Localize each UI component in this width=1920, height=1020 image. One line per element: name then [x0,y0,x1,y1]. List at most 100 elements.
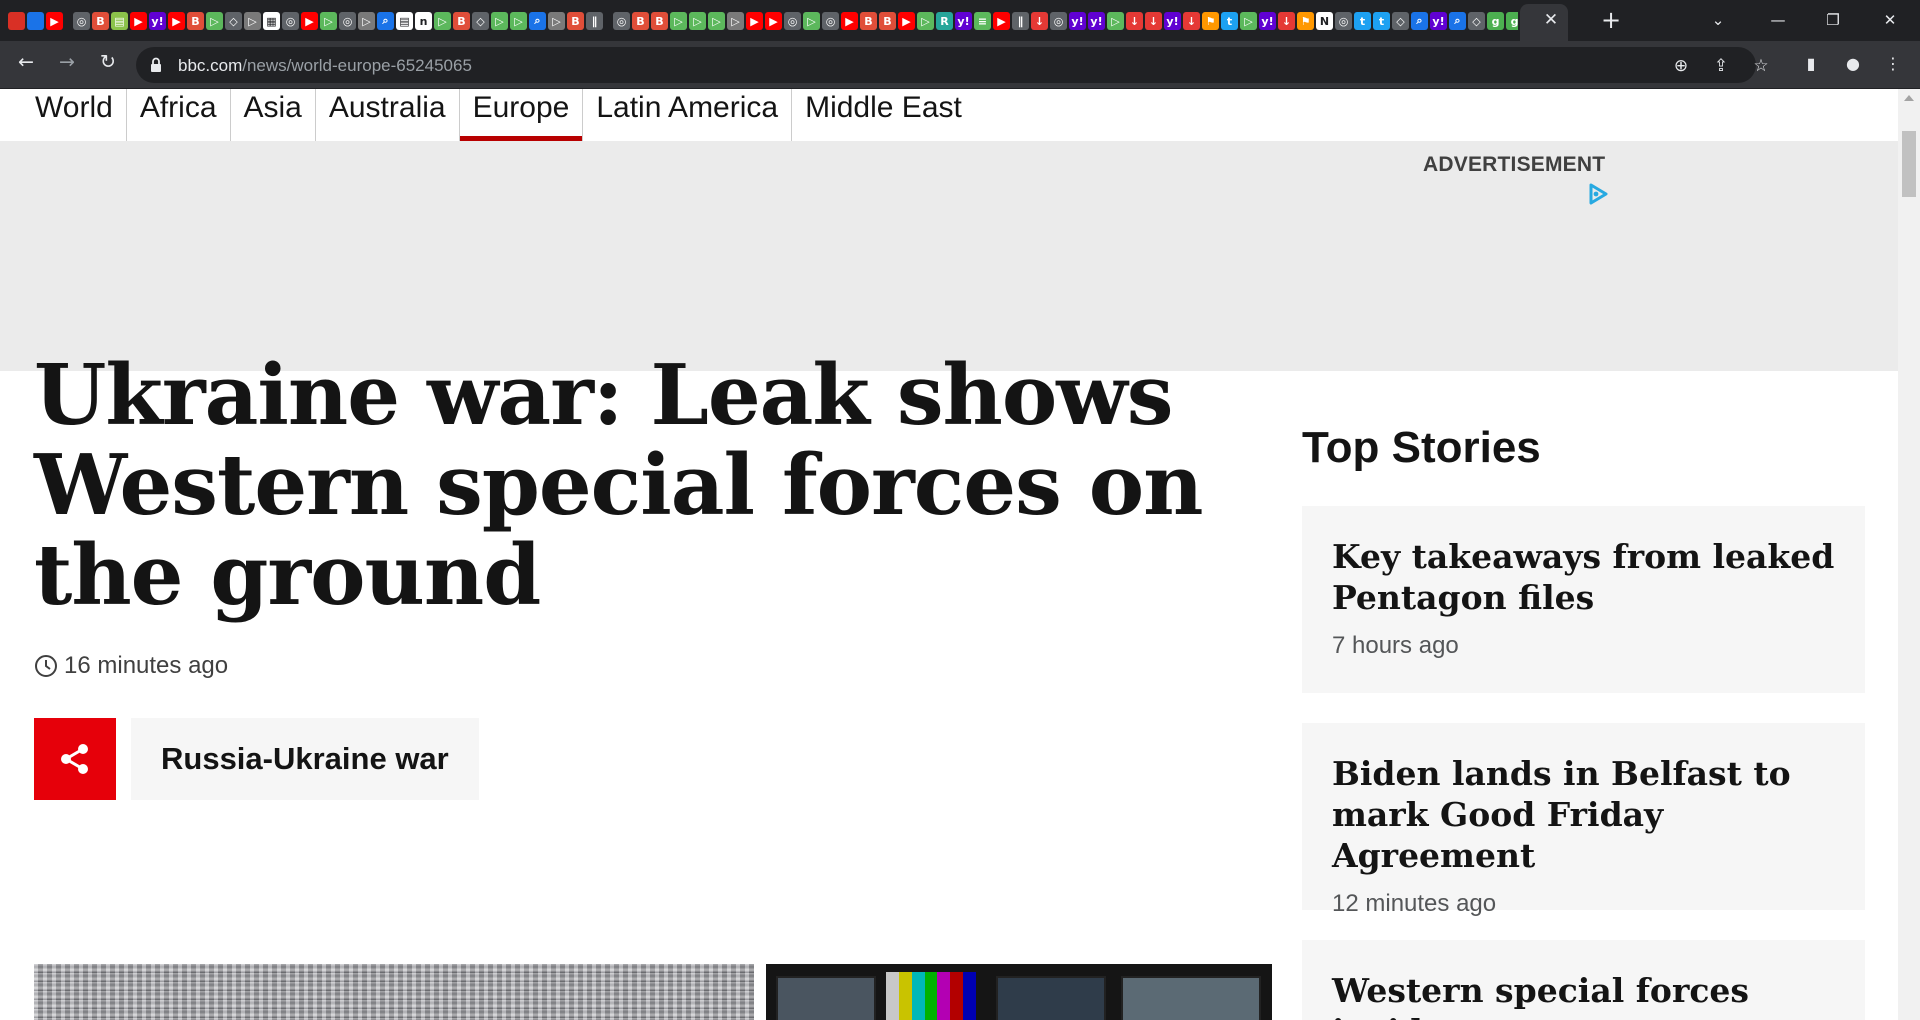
rss-icon[interactable]: R [936,12,953,30]
youtube-icon[interactable]: ▶ [993,12,1010,30]
topic-tag-link[interactable]: Russia-Ukraine war [131,718,479,800]
top-story-card[interactable]: Biden lands in Belfast to mark Good Frid… [1302,723,1865,917]
bbc-b-icon[interactable]: B [651,12,668,30]
restore-icon[interactable]: ❐ [1815,6,1851,34]
yahoo-icon[interactable]: y! [149,12,166,30]
play-grey-icon[interactable]: ▷ [548,12,565,30]
world-icon[interactable]: ◎ [784,12,801,30]
yahoo-icon[interactable]: y! [1259,12,1276,30]
subnav-item-africa[interactable]: Africa [127,89,231,141]
youtube-icon[interactable]: ▶ [746,12,763,30]
bbc-b-icon[interactable]: B [879,12,896,30]
world-icon[interactable]: ◎ [282,12,299,30]
world-icon[interactable]: ◎ [1050,12,1067,30]
minimize-icon[interactable]: — [1760,6,1796,34]
generic-icon[interactable]: ◇ [225,12,242,30]
world-icon[interactable]: ◎ [1335,12,1352,30]
close-tab-icon[interactable]: ✕ [1540,9,1562,31]
generic-icon[interactable]: N [1316,12,1333,30]
youtube-icon[interactable]: ▶ [765,12,782,30]
youtube-icon[interactable]: ▶ [301,12,318,30]
play-grey-icon[interactable]: ▷ [358,12,375,30]
scroll-thumb[interactable] [1902,131,1916,197]
subnav-item-middle-east[interactable]: Middle East [792,89,975,141]
page-scrollbar[interactable] [1898,89,1920,1020]
top-story-card[interactable]: Key takeaways from leaked Pentagon files… [1302,506,1865,693]
generic-icon[interactable]: ∥ [586,12,603,30]
subnav-item-australia[interactable]: Australia [316,89,460,141]
profile-icon[interactable]: ● [1842,53,1864,75]
scroll-up-arrow-icon[interactable] [1904,95,1914,101]
g-icon[interactable]: g [1506,12,1518,30]
download-icon[interactable]: ↓ [1031,12,1048,30]
download-icon[interactable]: ↓ [1126,12,1143,30]
search-icon[interactable]: ⌕ [1411,12,1428,30]
world-icon[interactable]: ◎ [613,12,630,30]
yahoo-icon[interactable]: y! [1164,12,1181,30]
play-green-icon[interactable]: ▷ [670,12,687,30]
play-green-icon[interactable]: ▷ [320,12,337,30]
twitter-icon[interactable]: t [1354,12,1371,30]
bookmark-icon[interactable]: ⚑ [1297,12,1314,30]
youtube-icon[interactable]: ▶ [168,12,185,30]
pinned-app-icon[interactable] [27,12,44,30]
play-grey-icon[interactable]: ▷ [727,12,744,30]
yahoo-icon[interactable]: y! [1430,12,1447,30]
subnav-item-asia[interactable]: Asia [231,89,316,141]
bookmark-star-icon[interactable]: ☆ [1750,55,1772,77]
doc-icon[interactable]: ▤ [111,12,128,30]
tab-search-icon[interactable]: ⌄ [1700,6,1736,34]
share-page-icon[interactable]: ⇪ [1710,55,1732,77]
subnav-item-latin-america[interactable]: Latin America [583,89,793,141]
bbc-b-icon[interactable]: B [453,12,470,30]
youtube-icon[interactable]: ▶ [841,12,858,30]
world-icon[interactable]: ◎ [822,12,839,30]
share-button[interactable] [34,718,116,800]
play-green-icon[interactable]: ▷ [917,12,934,30]
download-icon[interactable]: ↓ [1183,12,1200,30]
generic-icon[interactable]: ◇ [1468,12,1485,30]
play-green-icon[interactable]: ▷ [689,12,706,30]
play-green-icon[interactable]: ▷ [1107,12,1124,30]
generic-icon[interactable]: ∥ [1012,12,1029,30]
doc-icon[interactable]: ▤ [396,12,413,30]
bbc-b-icon[interactable]: B [860,12,877,30]
advertisement-banner[interactable]: ADVERTISEMENT [0,141,1898,371]
list-icon[interactable]: ≡ [974,12,991,30]
back-icon[interactable]: ← [12,51,40,79]
pinned-app-icon[interactable] [8,12,25,30]
sheet-icon[interactable]: ▦ [263,12,280,30]
yahoo-icon[interactable]: y! [1069,12,1086,30]
subnav-item-europe[interactable]: Europe [459,89,584,141]
address-bar[interactable]: bbc.com/news/world-europe-65245065 ⊕ ⇪ ☆ [136,47,1769,83]
forward-icon[interactable]: → [53,51,81,79]
play-grey-icon[interactable]: ▷ [244,12,261,30]
play-green-icon[interactable]: ▷ [708,12,725,30]
new-tab-button[interactable]: + [1598,7,1624,33]
download-icon[interactable]: ↓ [1145,12,1162,30]
twitter-icon[interactable]: t [1373,12,1390,30]
youtube-icon[interactable]: ▶ [46,12,63,30]
g-icon[interactable]: g [1487,12,1504,30]
world-icon[interactable]: ◎ [339,12,356,30]
search-icon[interactable]: ⌕ [1449,12,1466,30]
generic-icon[interactable]: ◇ [1392,12,1409,30]
play-green-icon[interactable]: ▷ [1240,12,1257,30]
play-green-icon[interactable]: ▷ [491,12,508,30]
generic-icon[interactable]: ◇ [472,12,489,30]
play-green-icon[interactable]: ▷ [510,12,527,30]
download-icon[interactable]: ↓ [1278,12,1295,30]
twitter-icon[interactable]: t [1221,12,1238,30]
bbc-b-icon[interactable]: B [187,12,204,30]
bbc-b-icon[interactable]: B [567,12,584,30]
adchoices-icon[interactable] [1585,181,1611,207]
close-window-icon[interactable]: ✕ [1872,6,1908,34]
bbc-b-icon[interactable]: B [632,12,649,30]
menu-kebab-icon[interactable]: ⋮ [1882,53,1904,75]
search-icon[interactable]: ⌕ [529,12,546,30]
notion-icon[interactable]: n [415,12,432,30]
reload-icon[interactable]: ↻ [94,51,122,79]
play-green-icon[interactable]: ▷ [434,12,451,30]
world-icon[interactable]: ◎ [73,12,90,30]
subnav-item-world[interactable]: World [22,89,127,141]
